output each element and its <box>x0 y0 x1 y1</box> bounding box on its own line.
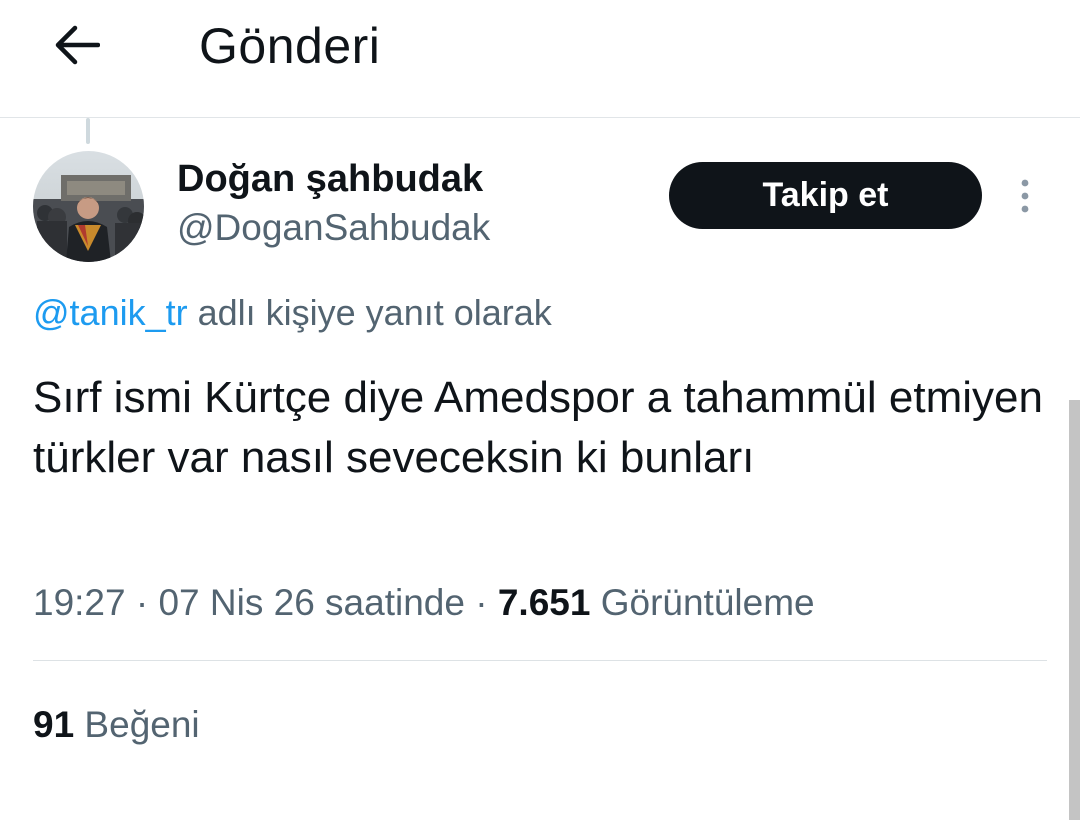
reply-mention-link[interactable]: @tanik_tr <box>33 292 188 333</box>
back-button[interactable] <box>46 14 108 76</box>
likes-label: Beğeni <box>74 704 200 745</box>
reply-context-label: adlı kişiye yanıt olarak <box>187 292 552 333</box>
tweet-text: Sırf ismi Kürtçe diye Amedspor a tahammü… <box>33 373 1043 482</box>
likes-link[interactable]: 91 Beğeni <box>33 700 200 750</box>
arrow-left-icon <box>55 25 100 65</box>
likes-count: 91 <box>33 704 75 745</box>
more-vertical-icon <box>1021 179 1029 213</box>
views-count: 7.651 <box>497 582 591 623</box>
top-bar: Gönderi <box>0 0 1080 118</box>
meta-separator: · <box>464 582 498 623</box>
page-title: Gönderi <box>199 18 381 74</box>
avatar[interactable] <box>33 151 144 262</box>
scrollbar[interactable] <box>1069 400 1080 820</box>
views-label: Görüntüleme <box>590 582 815 623</box>
author-name[interactable]: Doğan şahbudak <box>177 156 483 202</box>
thread-connector-line <box>86 118 90 144</box>
author-handle[interactable]: @DoganSahbudak <box>177 205 490 251</box>
tweet-timestamp[interactable]: 19:27 · 07 Nis 26 saatinde <box>33 582 465 623</box>
follow-button[interactable]: Takip et <box>669 162 982 229</box>
avatar-photo <box>33 151 144 262</box>
divider <box>33 660 1047 661</box>
reply-context: @tanik_tr adlı kişiye yanıt olarak <box>33 289 552 337</box>
tweet-meta: 19:27 · 07 Nis 26 saatinde · 7.651 Görün… <box>33 578 815 628</box>
more-options-button[interactable] <box>1004 172 1046 220</box>
